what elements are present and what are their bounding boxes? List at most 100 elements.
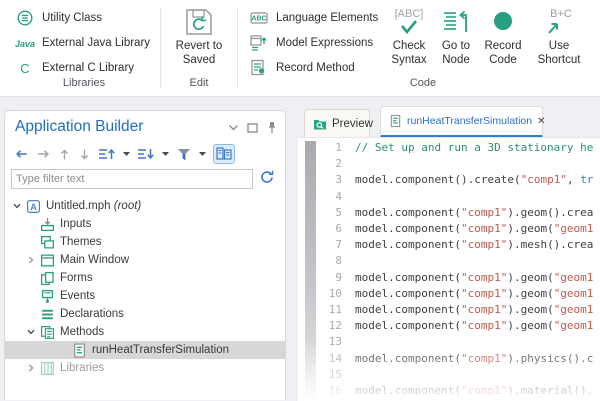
use-shortcut-icon: B+C bbox=[539, 4, 579, 40]
panel-pin-icon[interactable] bbox=[267, 121, 277, 134]
code-line[interactable]: model.component("comp1").mesh().crea bbox=[355, 238, 593, 251]
go-to-node-icon bbox=[439, 4, 473, 40]
utility-class-button[interactable]: Utility Class bbox=[12, 7, 102, 29]
forms-icon bbox=[39, 271, 55, 286]
svg-text:[ABC]: [ABC] bbox=[395, 8, 424, 20]
line-number: 13 bbox=[318, 335, 342, 348]
tree-item-untitled-mph[interactable]: AUntitled.mph (root) bbox=[5, 197, 285, 215]
tree-item-label: Inputs bbox=[60, 218, 91, 230]
code-line[interactable]: model.component("comp1").geom("geom1 bbox=[355, 271, 593, 284]
language-elements-icon: ABC bbox=[246, 9, 272, 27]
inputs-icon bbox=[39, 217, 55, 232]
events-icon bbox=[39, 289, 55, 304]
revert-to-saved-button[interactable]: Revert to Saved bbox=[169, 4, 229, 68]
chevron-collapsed-icon[interactable] bbox=[23, 363, 39, 373]
expand-list-button[interactable] bbox=[98, 146, 116, 162]
nav-back-button[interactable] bbox=[14, 147, 29, 161]
record-method-icon bbox=[246, 59, 272, 77]
methods-icon bbox=[39, 325, 55, 340]
filter-button[interactable] bbox=[176, 147, 192, 162]
svg-text:A: A bbox=[30, 201, 37, 211]
code-line[interactable]: model.component("comp1").physics().c bbox=[355, 352, 593, 365]
tree-item-events[interactable]: Events bbox=[5, 287, 285, 305]
tree-item-inputs[interactable]: Inputs bbox=[5, 215, 285, 233]
code-line[interactable]: model.component("comp1").geom().crea bbox=[355, 206, 593, 219]
code-line[interactable]: model.component("comp1").geom("geom1 bbox=[355, 319, 593, 332]
tree-item-main-window[interactable]: Main Window bbox=[5, 251, 285, 269]
tree-item-libraries[interactable]: Libraries bbox=[5, 359, 285, 377]
close-icon[interactable]: ✕ bbox=[537, 116, 545, 127]
show-node-names-toggle[interactable] bbox=[213, 144, 235, 164]
code-line[interactable]: model.component().create("comp1", tr bbox=[355, 173, 593, 186]
app-tree: AUntitled.mph (root) Inputs Themes Main Win… bbox=[5, 197, 285, 377]
panel-title: Application Builder bbox=[15, 118, 143, 136]
tree-item-methods[interactable]: Methods bbox=[5, 323, 285, 341]
panel-menu-chevron-icon[interactable] bbox=[229, 125, 238, 131]
tree-item-runheattransfersimulation[interactable]: runHeatTransferSimulation bbox=[5, 341, 285, 359]
use-shortcut-button[interactable]: B+C Use Shortcut bbox=[530, 4, 588, 68]
tab-preview-label: Preview bbox=[332, 118, 373, 130]
record-method-label: Record Method bbox=[276, 62, 355, 74]
external-java-library-label: External Java Library bbox=[42, 37, 150, 49]
libraries-group-label: Libraries bbox=[14, 77, 154, 89]
language-elements-label: Language Elements bbox=[276, 12, 378, 24]
line-number: 4 bbox=[318, 190, 342, 203]
chevron-expanded-icon[interactable] bbox=[23, 327, 39, 337]
line-number: 6 bbox=[318, 222, 342, 235]
external-java-library-button[interactable]: Java External Java Library bbox=[12, 32, 150, 54]
tab-method[interactable]: runHeatTransferSimulation ✕ bbox=[380, 106, 543, 138]
group-separator bbox=[160, 8, 161, 88]
nav-forward-button[interactable] bbox=[36, 147, 51, 161]
tree-item-label: Themes bbox=[60, 236, 102, 248]
tree-item-declarations[interactable]: Declarations bbox=[5, 305, 285, 323]
line-number: 14 bbox=[318, 352, 342, 365]
tree-item-forms[interactable]: Forms bbox=[5, 269, 285, 287]
external-c-library-button[interactable]: C External C Library bbox=[12, 57, 134, 79]
line-number: 11 bbox=[318, 303, 342, 316]
collapse-list-caret-icon[interactable] bbox=[162, 152, 169, 156]
tree-item-themes[interactable]: Themes bbox=[5, 233, 285, 251]
code-line[interactable]: model.component("comp1").material(). bbox=[355, 384, 593, 397]
move-down-button[interactable] bbox=[78, 147, 91, 162]
use-shortcut-label: Use Shortcut bbox=[530, 40, 588, 68]
check-syntax-label: Check Syntax bbox=[386, 40, 432, 68]
code-line[interactable]: model.component("comp1").geom("geom1 bbox=[355, 303, 593, 316]
code-editor[interactable]: 1// Set up and run a 3D stationary he23m… bbox=[298, 137, 600, 401]
svg-text:ABC: ABC bbox=[251, 16, 266, 23]
record-code-icon bbox=[487, 4, 519, 40]
utility-class-label: Utility Class bbox=[42, 12, 102, 24]
code-line[interactable]: model.component("comp1").geom("geom1 bbox=[355, 222, 593, 235]
tab-preview[interactable]: Preview bbox=[304, 109, 370, 137]
group-separator bbox=[237, 8, 238, 88]
code-group-label: Code bbox=[246, 77, 600, 89]
move-up-button[interactable] bbox=[58, 147, 71, 162]
model-expressions-label: Model Expressions bbox=[276, 37, 373, 49]
go-to-node-button[interactable]: Go to Node bbox=[434, 4, 478, 68]
method-icon bbox=[389, 114, 402, 128]
themes-icon bbox=[39, 235, 55, 250]
record-method-button[interactable]: Record Method bbox=[246, 57, 355, 79]
tree-item-label: Events bbox=[60, 290, 95, 302]
refresh-icon[interactable] bbox=[259, 169, 275, 185]
record-code-button[interactable]: Record Code bbox=[480, 4, 526, 68]
language-elements-button[interactable]: ABC Language Elements bbox=[246, 7, 378, 29]
panel-float-icon[interactable] bbox=[247, 123, 258, 133]
external-c-library-label: External C Library bbox=[42, 62, 134, 74]
filter-caret-icon[interactable] bbox=[199, 152, 206, 156]
model-expressions-button[interactable]: Model Expressions bbox=[246, 32, 373, 54]
breakpoint-gutter[interactable] bbox=[305, 141, 316, 399]
check-syntax-button[interactable]: [ABC] Check Syntax bbox=[386, 4, 432, 68]
chevron-expanded-icon[interactable] bbox=[9, 201, 25, 211]
preview-icon bbox=[313, 117, 327, 131]
tree-item-label: Declarations bbox=[60, 308, 124, 320]
svg-text:Java: Java bbox=[15, 39, 35, 49]
tab-method-label: runHeatTransferSimulation bbox=[407, 115, 532, 127]
expand-list-caret-icon[interactable] bbox=[123, 152, 130, 156]
code-line[interactable]: model.component("comp1").geom("geom1 bbox=[355, 287, 593, 300]
chevron-collapsed-icon[interactable] bbox=[23, 255, 39, 265]
filter-input[interactable] bbox=[11, 169, 253, 189]
line-number: 9 bbox=[318, 271, 342, 284]
code-line[interactable]: // Set up and run a 3D stationary he bbox=[355, 141, 593, 154]
collapse-list-button[interactable] bbox=[137, 146, 155, 162]
ribbon: Utility Class Java External Java Library… bbox=[0, 0, 600, 97]
